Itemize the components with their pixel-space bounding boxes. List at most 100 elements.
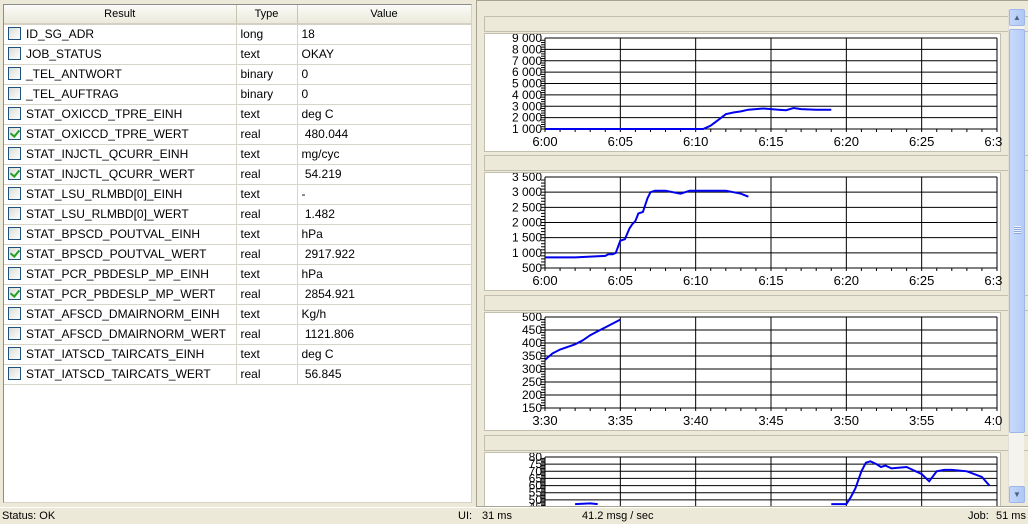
table-row[interactable]: STAT_LSU_RLMBD[0]_EINH text - <box>4 184 471 205</box>
result-cell: STAT_IATSCD_TAIRCATS_WERT <box>4 364 237 385</box>
table-row[interactable]: STAT_PCR_PBDESLP_MP_WERT real 2854.921 <box>4 284 471 305</box>
result-value: deg C <box>297 104 471 125</box>
y-tick-label: 2 500 <box>512 200 542 214</box>
checkbox-unchecked[interactable] <box>8 227 21 240</box>
series-line <box>545 106 832 130</box>
checkbox-unchecked[interactable] <box>8 347 21 360</box>
chart-4: 45 50 55 60 65 70 75 80 <box>484 452 1001 506</box>
checkbox-unchecked[interactable] <box>8 327 21 340</box>
table-row[interactable]: STAT_PCR_PBDESLP_MP_EINH text hPa <box>4 264 471 285</box>
result-cell: JOB_STATUS <box>4 44 237 65</box>
table-row[interactable]: JOB_STATUS text OKAY <box>4 44 471 65</box>
y-tick-label: 3 500 <box>512 173 542 184</box>
result-value: 0 <box>297 84 471 105</box>
scroll-down-icon[interactable]: ▼ <box>1009 486 1025 503</box>
table-row[interactable]: ID_SG_ADR long 18 <box>4 24 471 45</box>
table-row[interactable]: STAT_AFSCD_DMAIRNORM_WERT real 1121.806 <box>4 324 471 345</box>
checkbox-checked[interactable] <box>8 247 21 260</box>
ui-label: UI: <box>458 510 473 522</box>
checkbox-unchecked[interactable] <box>8 307 21 320</box>
result-name: STAT_OXICCD_TPRE_EINH <box>26 107 183 121</box>
table-row[interactable]: STAT_IATSCD_TAIRCATS_WERT real 56.845 <box>4 364 471 385</box>
result-value: hPa <box>297 264 471 285</box>
result-type: real <box>236 284 298 305</box>
result-type: real <box>236 364 298 385</box>
x-tick-label: 6:25 <box>909 273 934 288</box>
result-cell: STAT_LSU_RLMBD[0]_WERT <box>4 204 237 225</box>
result-type: real <box>236 164 298 185</box>
result-type: binary <box>236 84 298 105</box>
result-value: mg/cyc <box>297 144 471 165</box>
chart-4-titlebar: ⧉ <box>484 435 1028 451</box>
result-cell: STAT_BPSCD_POUTVAL_EINH <box>4 224 237 245</box>
result-value: - <box>297 184 471 205</box>
y-tick-label: 80 <box>529 453 543 464</box>
chart-3-titlebar: ⧉ <box>484 295 1028 311</box>
checkbox-unchecked[interactable] <box>8 87 21 100</box>
job-time: 51 ms <box>996 510 1026 522</box>
y-tick-label: 350 <box>522 349 542 363</box>
result-type: real <box>236 324 298 345</box>
scrollbar-thumb[interactable] <box>1009 29 1025 433</box>
result-cell: STAT_BPSCD_POUTVAL_WERT <box>4 244 237 265</box>
result-name: STAT_IATSCD_TAIRCATS_EINH <box>26 347 205 361</box>
result-cell: STAT_OXICCD_TPRE_EINH <box>4 104 237 125</box>
x-tick-label: 6:20 <box>834 134 859 149</box>
result-cell: STAT_AFSCD_DMAIRNORM_WERT <box>4 324 237 345</box>
table-row[interactable]: STAT_OXICCD_TPRE_WERT real 480.044 <box>4 124 471 145</box>
y-tick-label: 300 <box>522 362 542 376</box>
checkbox-checked[interactable] <box>8 287 21 300</box>
checkbox-unchecked[interactable] <box>8 107 21 120</box>
checkbox-unchecked[interactable] <box>8 367 21 380</box>
result-type: text <box>236 264 298 285</box>
checkbox-unchecked[interactable] <box>8 147 21 160</box>
result-value: 56.845 <box>297 364 471 385</box>
column-header-type[interactable]: Type <box>236 5 298 25</box>
chart-3-plot: 1502002503003504004505003:30 3:35 3:40 3:45… <box>522 313 1002 428</box>
chart-2-titlebar: ⧉ <box>484 155 1028 171</box>
scroll-up-icon[interactable]: ▲ <box>1009 9 1025 26</box>
result-value: 1121.806 <box>297 324 471 345</box>
ui-time: 31 ms <box>482 510 512 522</box>
table-row[interactable]: STAT_LSU_RLMBD[0]_WERT real 1.482 <box>4 204 471 225</box>
checkbox-checked[interactable] <box>8 167 21 180</box>
table-row[interactable]: STAT_AFSCD_DMAIRNORM_EINH text Kg/h <box>4 304 471 325</box>
checkbox-unchecked[interactable] <box>8 47 21 60</box>
checkbox-unchecked[interactable] <box>8 267 21 280</box>
table-row[interactable]: STAT_BPSCD_POUTVAL_EINH text hPa <box>4 224 471 245</box>
status-text: Status: OK <box>2 510 56 522</box>
x-tick-label: 6:00 <box>532 273 557 288</box>
x-tick-label: 6:05 <box>608 273 633 288</box>
results-panel: Result Type Value ID_SG_ADR long 18 JOB_STA… <box>3 4 472 503</box>
result-name: STAT_BPSCD_POUTVAL_WERT <box>26 247 207 261</box>
y-tick-label: 200 <box>522 388 542 402</box>
column-header-value[interactable]: Value <box>297 5 471 25</box>
table-row[interactable]: _TEL_AUFTRAG binary 0 <box>4 84 471 105</box>
table-row[interactable]: _TEL_ANTWORT binary 0 <box>4 64 471 85</box>
checkbox-unchecked[interactable] <box>8 67 21 80</box>
result-name: STAT_LSU_RLMBD[0]_WERT <box>26 207 189 221</box>
checkbox-unchecked[interactable] <box>8 207 21 220</box>
table-row[interactable]: STAT_INJCTL_QCURR_WERT real 54.219 <box>4 164 471 185</box>
table-row[interactable]: STAT_BPSCD_POUTVAL_WERT real 2917.922 <box>4 244 471 265</box>
checkbox-unchecked[interactable] <box>8 187 21 200</box>
table-row[interactable]: STAT_OXICCD_TPRE_EINH text deg C <box>4 104 471 125</box>
result-value: 0 <box>297 64 471 85</box>
x-tick-label: 3:55 <box>909 413 934 428</box>
series-line <box>831 460 991 506</box>
result-cell: _TEL_ANTWORT <box>4 64 237 85</box>
checkbox-checked[interactable] <box>8 127 21 140</box>
result-type: long <box>236 24 298 45</box>
checkbox-unchecked[interactable] <box>8 27 21 41</box>
vertical-scrollbar[interactable]: ▲ ▼ <box>1008 9 1025 503</box>
y-tick-label: 1 500 <box>512 231 542 245</box>
result-cell: STAT_IATSCD_TAIRCATS_EINH <box>4 344 237 365</box>
result-value: 2854.921 <box>297 284 471 305</box>
table-row[interactable]: STAT_IATSCD_TAIRCATS_EINH text deg C <box>4 344 471 365</box>
table-header-row: Result Type Value <box>4 5 471 25</box>
result-type: text <box>236 184 298 205</box>
job-label: Job: <box>968 510 989 522</box>
column-header-result[interactable]: Result <box>4 5 237 25</box>
table-row[interactable]: STAT_INJCTL_QCURR_EINH text mg/cyc <box>4 144 471 165</box>
chart-1-plot: 1 0002 0003 0004 0005 0006 0007 0008 000… <box>512 34 1002 149</box>
